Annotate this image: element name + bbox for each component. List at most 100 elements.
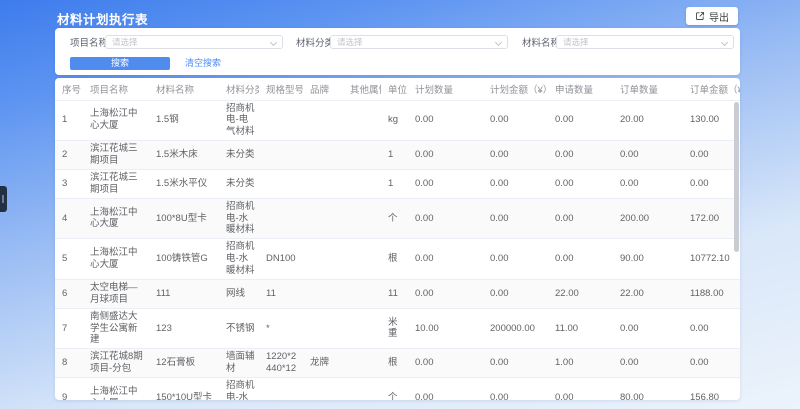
- table-cell: 1.5钢: [149, 100, 219, 141]
- table-cell: [343, 279, 381, 308]
- project-select-placeholder: 请选择: [112, 36, 138, 48]
- table-cell: 1.5米木床: [149, 141, 219, 170]
- table-cell: 龙牌: [303, 349, 343, 378]
- table-cell: 1188.00: [683, 279, 740, 308]
- table-cell: 0.00: [408, 378, 483, 401]
- table-cell: [343, 239, 381, 280]
- table-cell: 0.00: [683, 169, 740, 198]
- category-select[interactable]: 请选择: [330, 35, 508, 49]
- material-filter-label: 材料名称: [522, 37, 560, 50]
- table-cell: 0.00: [683, 308, 740, 349]
- table-cell: 22.00: [548, 279, 613, 308]
- material-select[interactable]: 请选择: [556, 35, 734, 49]
- table-cell: 8: [55, 349, 83, 378]
- table-cell: 3: [55, 169, 83, 198]
- table-row[interactable]: 4上海松江中心大厦100*8U型卡招商机电-水暖材料个0.000.000.002…: [55, 198, 740, 239]
- column-header: 项目名称: [83, 78, 149, 100]
- sidebar-collapse-handle[interactable]: [0, 186, 7, 212]
- chevron-down-icon: [270, 39, 277, 46]
- category-select-placeholder: 请选择: [337, 36, 363, 48]
- export-button[interactable]: 导出: [686, 7, 738, 25]
- materials-table: 序号项目名称材料名称材料分类规格型号品牌其他属性单位计划数量计划金额（¥）申请数…: [55, 78, 740, 400]
- table-cell: 0.00: [548, 169, 613, 198]
- table-cell: 1: [55, 100, 83, 141]
- table-cell: 111: [149, 279, 219, 308]
- table-cell: 0.00: [548, 378, 613, 401]
- column-header: 申请数量: [548, 78, 613, 100]
- clear-search-button[interactable]: 清空搜索: [185, 57, 221, 70]
- table-row[interactable]: 9上海松江中心大厦150*10U型卡招商机电-水暖材料个0.000.000.00…: [55, 378, 740, 401]
- table-cell: [259, 100, 303, 141]
- column-header: 材料分类: [219, 78, 259, 100]
- table-row[interactable]: 2滨江花城三期项目1.5米木床未分类10.000.000.000.000.00: [55, 141, 740, 170]
- table-cell: 0.00: [483, 100, 548, 141]
- table-row[interactable]: 1上海松江中心大厦1.5钢招商机电-电气材料kg0.000.000.0020.0…: [55, 100, 740, 141]
- table-cell: 200.00: [613, 198, 683, 239]
- table-cell: 100*8U型卡: [149, 198, 219, 239]
- table-cell: 未分类: [219, 141, 259, 170]
- table-cell: 南侧盛达大学生公寓新建: [83, 308, 149, 349]
- table-cell: [303, 378, 343, 401]
- table-cell: 0.00: [483, 141, 548, 170]
- column-header: 序号: [55, 78, 83, 100]
- table-cell: 0.00: [483, 378, 548, 401]
- table-row[interactable]: 8滨江花城8期项目-分包12石膏板墙面辅材1220*2440*12龙牌根0.00…: [55, 349, 740, 378]
- category-filter-label: 材料分类: [296, 37, 334, 50]
- table-cell: 滨江花城三期项目: [83, 141, 149, 170]
- filter-panel: 项目名称 请选择 材料分类 请选择 材料名称 请选择 搜索 清空搜索: [55, 28, 740, 75]
- table-cell: [343, 308, 381, 349]
- page-title: 材料计划执行表: [57, 9, 148, 28]
- table-cell: 根: [381, 239, 408, 280]
- table-cell: 1220*2440*12: [259, 349, 303, 378]
- table-header-row: 序号项目名称材料名称材料分类规格型号品牌其他属性单位计划数量计划金额（¥）申请数…: [55, 78, 740, 100]
- table-cell: 个: [381, 378, 408, 401]
- table-cell: 招商机电-电气材料: [219, 100, 259, 141]
- table-cell: 0.00: [548, 141, 613, 170]
- column-header: 订单金额（¥）: [683, 78, 740, 100]
- column-header: 计划金额（¥）: [483, 78, 548, 100]
- table-cell: 10772.10: [683, 239, 740, 280]
- table-cell: 墙面辅材: [219, 349, 259, 378]
- table-cell: 0.00: [408, 279, 483, 308]
- table-cell: [343, 198, 381, 239]
- table-cell: 滨江花城8期项目-分包: [83, 349, 149, 378]
- table-cell: 0.00: [483, 169, 548, 198]
- table-cell: 1: [381, 169, 408, 198]
- column-header: 其他属性: [343, 78, 381, 100]
- table-cell: 5: [55, 239, 83, 280]
- table-cell: [303, 198, 343, 239]
- table-row[interactable]: 3滨江花城三期项目1.5米水平仪未分类10.000.000.000.000.00: [55, 169, 740, 198]
- table-cell: 米重: [381, 308, 408, 349]
- project-select[interactable]: 请选择: [105, 35, 283, 49]
- table-cell: 200000.00: [483, 308, 548, 349]
- results-table-panel: 序号项目名称材料名称材料分类规格型号品牌其他属性单位计划数量计划金额（¥）申请数…: [55, 78, 740, 400]
- table-cell: 0.00: [613, 308, 683, 349]
- table-cell: 0.00: [483, 239, 548, 280]
- table-cell: 172.00: [683, 198, 740, 239]
- table-row[interactable]: 6太空电梯—月球项目111网线11110.000.0022.0022.00118…: [55, 279, 740, 308]
- table-cell: [343, 100, 381, 141]
- table-cell: [303, 100, 343, 141]
- table-cell: [303, 141, 343, 170]
- table-row[interactable]: 7南侧盛达大学生公寓新建123不锈钢*米重10.00200000.0011.00…: [55, 308, 740, 349]
- table-cell: 太空电梯—月球项目: [83, 279, 149, 308]
- table-cell: [259, 141, 303, 170]
- export-icon: [695, 11, 705, 21]
- search-button[interactable]: 搜索: [70, 57, 170, 70]
- table-cell: 9: [55, 378, 83, 401]
- table-row[interactable]: 5上海松江中心大厦100铸铁管G招商机电-水暖材料DN100根0.000.000…: [55, 239, 740, 280]
- app-background: 材料计划执行表 导出 项目名称 请选择 材料分类 请选择 材料名称 请选择 搜索…: [0, 0, 800, 409]
- vertical-scrollbar[interactable]: [734, 102, 739, 252]
- table-cell: 0.00: [483, 198, 548, 239]
- table-cell: 上海松江中心大厦: [83, 198, 149, 239]
- table-cell: 0.00: [408, 141, 483, 170]
- table-cell: 90.00: [613, 239, 683, 280]
- table-cell: [303, 308, 343, 349]
- column-header: 材料名称: [149, 78, 219, 100]
- table-cell: 网线: [219, 279, 259, 308]
- table-cell: 10.00: [408, 308, 483, 349]
- table-cell: 上海松江中心大厦: [83, 378, 149, 401]
- table-cell: 根: [381, 349, 408, 378]
- table-cell: 1.5米水平仪: [149, 169, 219, 198]
- table-cell: 12石膏板: [149, 349, 219, 378]
